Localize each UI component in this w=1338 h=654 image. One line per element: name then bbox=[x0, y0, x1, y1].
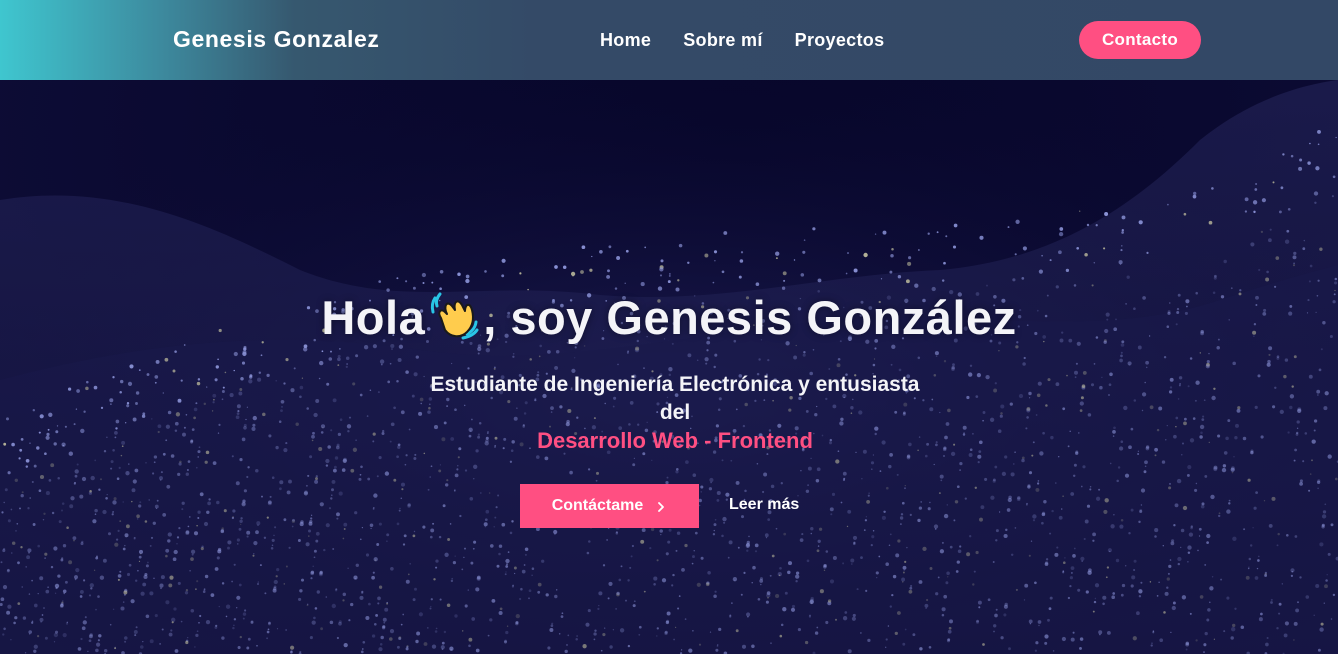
nav-projects-link[interactable]: Proyectos bbox=[795, 30, 885, 51]
hero-title-name: , soy Genesis González bbox=[483, 291, 1017, 344]
nav-home-link[interactable]: Home bbox=[600, 30, 651, 51]
hero-subtitle-line1: Estudiante de Ingeniería Electrónica y e… bbox=[430, 373, 920, 396]
read-more-link[interactable]: Leer más bbox=[729, 496, 799, 514]
hero-subtitle-accent: Desarrollo Web - Frontend bbox=[537, 428, 813, 453]
brand-logo[interactable]: Genesis Gonzalez bbox=[173, 26, 379, 53]
chevron-right-icon bbox=[655, 500, 667, 512]
contact-button[interactable]: Contacto bbox=[1079, 21, 1201, 59]
hero-title: Hola , soy Genesis González bbox=[0, 290, 1338, 345]
hero-subtitle-line2: del bbox=[659, 401, 691, 424]
main-nav: Home Sobre mí Proyectos bbox=[600, 30, 884, 51]
hero-title-greeting: Hola bbox=[321, 291, 426, 344]
waving-hand-icon bbox=[427, 288, 481, 342]
hero-content: Hola , soy Genesis González Estudiante d… bbox=[0, 80, 1338, 654]
contact-me-button[interactable]: Contáctame bbox=[520, 484, 699, 528]
contact-me-button-label: Contáctame bbox=[551, 497, 644, 514]
hero-section: Hola , soy Genesis González Estudiante d… bbox=[0, 80, 1338, 654]
site-header: Genesis Gonzalez Home Sobre mí Proyectos… bbox=[0, 0, 1338, 80]
nav-about-link[interactable]: Sobre mí bbox=[683, 30, 762, 51]
hero-subtitle: Estudiante de Ingeniería Electrónica y e… bbox=[389, 371, 961, 455]
page: Genesis Gonzalez Home Sobre mí Proyectos… bbox=[0, 0, 1338, 654]
